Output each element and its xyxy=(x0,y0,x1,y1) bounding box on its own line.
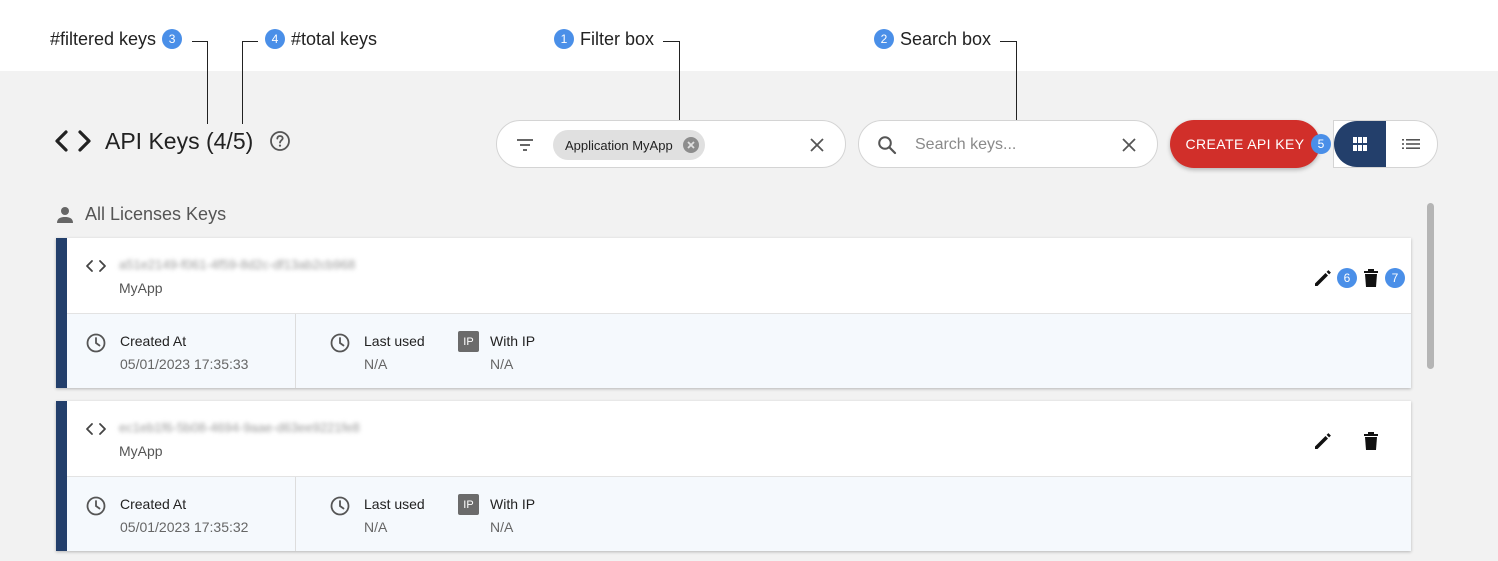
edit-icon[interactable] xyxy=(1312,430,1334,452)
filter-chip[interactable]: Application MyApp xyxy=(553,130,705,160)
delete-icon[interactable] xyxy=(1360,267,1382,289)
callout-badge: 3 xyxy=(162,29,183,49)
help-circle-icon[interactable] xyxy=(269,130,291,152)
search-input[interactable] xyxy=(915,133,1105,157)
key-id: a51e2149-f061-4f59-8d2c-df13ab2cb968 xyxy=(119,257,356,272)
search-box xyxy=(858,120,1158,168)
api-key-card: ec1eb1f6-5b08-4694-9aae-d63ee9221fe8 MyA… xyxy=(56,401,1411,551)
code-icon xyxy=(86,260,106,272)
key-app-name: MyApp xyxy=(119,280,163,296)
clear-filter-icon[interactable] xyxy=(805,133,829,157)
card-details: Created At 05/01/2023 17:35:32 Last used… xyxy=(56,477,1411,551)
key-id: ec1eb1f6-5b08-4694-9aae-d63ee9221fe8 xyxy=(119,420,360,435)
with-ip-label: With IP xyxy=(490,333,536,349)
callout-badge: 1 xyxy=(554,29,574,49)
annotation-strip xyxy=(0,0,1498,71)
grid-view-button[interactable] xyxy=(1334,121,1386,167)
with-ip-value: N/A xyxy=(490,356,514,372)
view-toggle xyxy=(1333,120,1438,168)
callout-label: Filter box xyxy=(580,28,655,49)
code-icon xyxy=(86,423,106,435)
card-header: a51e2149-f061-4f59-8d2c-df13ab2cb968 MyA… xyxy=(56,238,1411,314)
callout-search-box: 2 Search box xyxy=(868,28,991,50)
filter-box[interactable]: Application MyApp xyxy=(496,120,846,168)
callout-label: Search box xyxy=(900,28,992,49)
key-app-name: MyApp xyxy=(119,443,163,459)
last-used-value: N/A xyxy=(364,356,388,372)
callout-badge: 2 xyxy=(874,29,894,49)
create-api-key-button[interactable]: CREATE API KEY xyxy=(1170,120,1320,168)
created-at-label: Created At xyxy=(120,496,187,512)
api-key-card: a51e2149-f061-4f59-8d2c-df13ab2cb968 MyA… xyxy=(56,238,1411,388)
callout-badge: 7 xyxy=(1385,268,1405,288)
clock-icon xyxy=(330,496,350,516)
card-details: Created At 05/01/2023 17:35:33 Last used… xyxy=(56,314,1411,388)
callout-filtered-keys: #filtered keys 3 xyxy=(50,28,188,50)
clock-icon xyxy=(86,333,106,353)
last-used-label: Last used xyxy=(364,496,425,512)
person-icon xyxy=(57,206,73,223)
card-header: ec1eb1f6-5b08-4694-9aae-d63ee9221fe8 MyA… xyxy=(56,401,1411,477)
filter-chip-label: Application MyApp xyxy=(565,137,673,153)
filter-icon[interactable] xyxy=(515,135,535,155)
leader-line xyxy=(192,41,208,124)
page-title: API Keys (4/5) xyxy=(105,127,254,154)
callout-badge: 6 xyxy=(1337,268,1357,288)
ip-icon: IP xyxy=(458,494,479,515)
leader-line xyxy=(663,41,680,121)
delete-icon[interactable] xyxy=(1360,430,1382,452)
callout-badge: 4 xyxy=(265,29,285,49)
leader-line xyxy=(1000,41,1017,121)
created-at-label: Created At xyxy=(120,333,187,349)
section-title: All Licenses Keys xyxy=(85,204,227,224)
search-icon xyxy=(878,136,897,155)
callout-label: #filtered keys xyxy=(50,28,157,49)
callout-filter-box: 1 Filter box xyxy=(548,28,654,50)
chip-remove-icon[interactable] xyxy=(682,136,700,154)
ip-icon: IP xyxy=(458,331,479,352)
clock-icon xyxy=(330,333,350,353)
callout-total-keys: 4 #total keys xyxy=(259,28,377,50)
last-used-label: Last used xyxy=(364,333,425,349)
clock-icon xyxy=(86,496,106,516)
section-header: All Licenses Keys xyxy=(56,204,226,225)
with-ip-label: With IP xyxy=(490,496,536,512)
page-header: API Keys (4/5) xyxy=(54,126,291,156)
edit-icon[interactable] xyxy=(1312,267,1334,289)
clear-search-icon[interactable] xyxy=(1117,133,1141,157)
list-view-icon xyxy=(1402,139,1421,149)
last-used-value: N/A xyxy=(364,519,388,535)
callout-badge: 5 xyxy=(1311,134,1331,154)
scrollbar-thumb[interactable] xyxy=(1427,203,1434,369)
code-icon xyxy=(55,130,91,152)
created-at-value: 05/01/2023 17:35:32 xyxy=(120,519,249,535)
with-ip-value: N/A xyxy=(490,519,514,535)
leader-line xyxy=(242,41,258,124)
list-view-button[interactable] xyxy=(1386,121,1438,167)
created-at-value: 05/01/2023 17:35:33 xyxy=(120,356,249,372)
grid-view-icon xyxy=(1352,137,1367,151)
column-divider xyxy=(295,477,296,551)
callout-label: #total keys xyxy=(291,28,378,49)
column-divider xyxy=(295,314,296,388)
